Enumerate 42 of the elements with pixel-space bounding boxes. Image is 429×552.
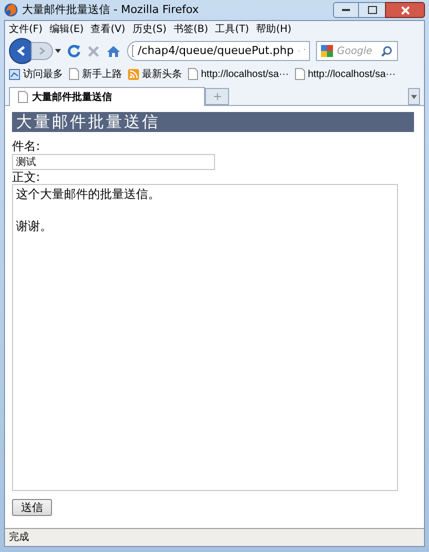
bookmark-item[interactable]: http://localhost/sa··· — [188, 66, 289, 82]
search-field[interactable]: Google — [316, 41, 398, 61]
menu-item[interactable]: 查看(V) — [90, 22, 126, 36]
bookmark-item[interactable]: http://localhost/sa··· — [294, 66, 396, 82]
body-label: 正文: — [12, 170, 42, 184]
menu-item[interactable]: 文件(F) — [9, 22, 43, 36]
menu-item[interactable]: 历史(S) — [132, 22, 166, 36]
tab-label: 大量邮件批量送信 — [32, 90, 112, 104]
minimize-button[interactable] — [333, 2, 359, 18]
plus-icon — [214, 93, 220, 100]
bookmark-item[interactable]: 访问最多 — [9, 66, 63, 82]
bookmark-icon — [9, 68, 20, 80]
menu-item[interactable]: 工具(T) — [215, 22, 250, 36]
tab[interactable]: 大量邮件批量送信 — [9, 87, 205, 106]
bookmark-item[interactable]: 最新头条 — [128, 66, 182, 82]
close-button[interactable] — [385, 2, 425, 18]
bookmark-item[interactable]: 新手上路 — [69, 66, 122, 82]
body-text-line: 谢谢。 — [16, 218, 53, 234]
tab-list-button[interactable] — [408, 88, 420, 105]
maximize-button[interactable] — [359, 2, 385, 18]
search-icon[interactable] — [381, 46, 392, 56]
subject-input[interactable]: 测试 — [12, 154, 215, 170]
maximize-icon — [368, 6, 376, 14]
close-icon — [400, 6, 410, 14]
minimize-icon — [342, 8, 350, 12]
search-input[interactable]: Google — [337, 44, 377, 58]
subject-label: 件名: — [12, 139, 42, 154]
search-engine-icon[interactable] — [321, 45, 333, 57]
send-button[interactable]: 送信 — [12, 499, 52, 516]
status-text: 完成 — [9, 530, 29, 545]
menu-item[interactable]: 编辑(E) — [50, 22, 84, 36]
reload-icon[interactable] — [67, 44, 81, 58]
body-textarea[interactable]: 这个大量邮件的批量送信。 谢谢。 — [12, 184, 398, 491]
home-icon[interactable] — [106, 44, 121, 58]
window-title: 大量邮件批量送信 - Mozilla Firefox — [22, 2, 199, 18]
page-heading: 大量邮件批量送信 — [12, 112, 414, 132]
browser-logo-icon — [4, 3, 18, 17]
menu-item[interactable]: 书签(B) — [174, 22, 208, 36]
feed-icon — [128, 68, 139, 80]
address-field[interactable]: /chap4/queue/queuePut.php — [127, 41, 310, 61]
body-text-line: 这个大量邮件的批量送信。 — [16, 186, 161, 202]
menu-item[interactable]: 帮助(H) — [256, 22, 292, 36]
